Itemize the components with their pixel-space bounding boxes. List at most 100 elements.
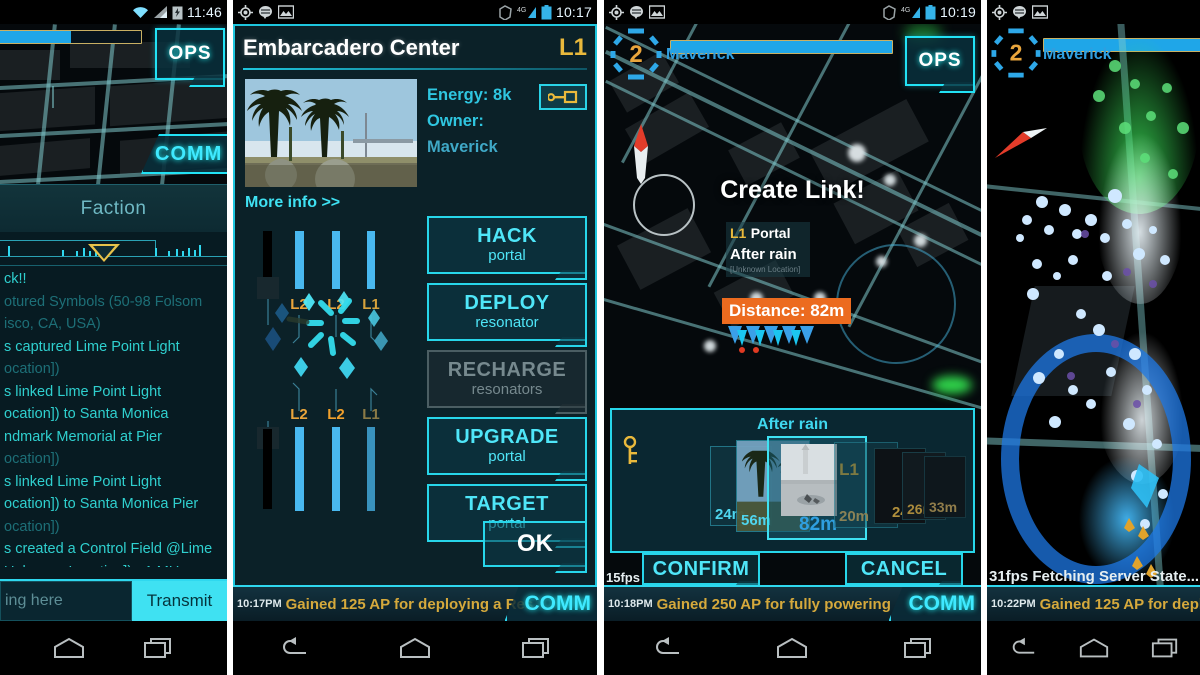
home-button[interactable] [772,632,812,664]
status-bar [987,0,1200,24]
portal-level-badge: L1 [730,225,747,241]
comm-tab[interactable]: COMM [504,587,597,621]
recharge-resonators-sublabel: resonators [471,381,543,398]
list-item[interactable]: ocation]) [4,358,223,381]
game-screen[interactable]: 2 Maverick 31fps Fetching Server State..… [987,24,1200,621]
ok-button[interactable]: OK [483,521,587,567]
recents-button[interactable] [516,632,556,664]
carousel-distance: 82m [799,514,838,535]
status-bar: 11:46 [0,0,227,24]
transmit-button[interactable]: Transmit [132,581,227,621]
photo-icon [1032,5,1048,19]
particle-effects-scene [987,24,1200,621]
deploy-resonator-button[interactable]: DEPLOY resonator [427,283,587,341]
carousel-distance: 33m [929,499,958,515]
deploy-resonator-label: DEPLOY [464,292,550,314]
list-item[interactable]: ocation]) [4,448,223,471]
list-item[interactable]: isco, CA, USA) [4,313,223,336]
upgrade-portal-button[interactable]: UPGRADE portal [427,417,587,475]
home-button[interactable] [395,632,435,664]
cancel-button[interactable]: CANCEL [845,553,963,585]
ticker-timestamp: 10:17PM [237,598,282,610]
status-bar-left-icons [609,4,665,20]
list-item[interactable]: ocation]) to Santa Monica Pier [4,493,223,516]
comm-ticker[interactable]: 10:18PM Gained 250 AP for fully powering… [604,585,981,621]
upgrade-portal-label: UPGRADE [455,426,559,448]
portal-energy-label: Energy: [427,86,489,104]
status-bar-clock: 10:17 [555,4,592,20]
timeline-marker[interactable] [88,244,120,262]
portal-photo[interactable] [245,79,417,187]
list-item[interactable]: ocation]) [4,516,223,539]
svg-text:L1: L1 [362,406,380,423]
back-button[interactable] [274,632,314,664]
game-screen: OPS COMM Faction ck!! otured Symbols (50… [0,24,227,621]
comm-tab-label: COMM [155,142,223,165]
comm-message-input[interactable]: ing here [0,581,132,621]
hack-portal-button[interactable]: HACK portal [427,216,587,274]
signal-4g-icon: 4G [901,7,920,18]
recents-button[interactable] [1145,632,1185,664]
compass-needle-icon [995,128,1047,158]
android-nav-bar [604,621,981,675]
portal-dialog: Embarcadero Center L1 Energy: 8k Owner: … [233,24,597,621]
list-item[interactable]: ck!! [4,268,223,291]
comm-ticker[interactable]: 10:22PM Gained 125 AP for deploy [987,585,1200,621]
carousel-distance: 20m [839,508,870,525]
home-button[interactable] [1074,632,1114,664]
map-view[interactable]: OPS COMM [0,24,227,184]
game-screen[interactable]: 2 Maverick Create Link! L1 Portal After … [604,24,981,621]
list-item[interactable]: s linked Lime Point Light [4,381,223,404]
recharge-resonators-label: RECHARGE [447,359,567,381]
status-bar-right-icons: 11:46 [132,4,222,20]
ticker-message: Gained 250 AP for fully powering [656,595,891,613]
comm-panel: ck!! otured Symbols (50-98 Folsom isco, … [0,232,227,621]
comm-ticker[interactable]: 10:17PM Gained 125 AP for deploying a Re… [233,585,597,621]
more-info-link[interactable]: More info >> [245,194,340,212]
status-bar-clock: 11:46 [187,4,222,20]
phone-screenshot-comm: 11:46 OPS COMM Faction ck!! otured Symbo… [0,0,227,675]
comm-composer: ing here Transmit [0,579,227,621]
list-item[interactable]: Unknown Location]) +1 MUs [4,561,223,568]
comm-timeline-scrubber[interactable] [0,232,227,266]
list-item[interactable]: 33m [924,456,966,518]
xm-meter-fill [0,31,71,43]
ticker-message: Gained 125 AP for deploying a Res [285,595,534,613]
comm-log-list[interactable]: ck!! otured Symbols (50-98 Folsom isco, … [0,266,227,567]
agent-level-badge[interactable]: 2 [610,28,662,80]
portal-key-button[interactable] [539,84,587,110]
recents-button[interactable] [138,632,178,664]
portal-carousel[interactable]: 24m 56m 82m 20m 26m 33m [612,436,973,540]
status-bar: 4G 10:19 [604,0,981,24]
comm-channel-tabs[interactable]: Faction [0,184,227,232]
back-button[interactable] [647,632,687,664]
home-button[interactable] [49,632,89,664]
game-screen: Embarcadero Center L1 Energy: 8k Owner: … [233,24,597,621]
comm-icon [259,6,272,19]
list-item[interactable]: s created a Control Field @Lime [4,538,223,561]
portal-info-card[interactable]: L1 Portal After rain [Unknown Location] [726,222,810,277]
android-nav-bar [0,621,227,675]
list-item[interactable]: ocation]) to Santa Monica [4,403,223,426]
list-item[interactable]: otured Symbols (50-98 Folsom [4,291,223,314]
list-item[interactable]: s captured Lime Point Light [4,336,223,359]
list-item[interactable]: ndmark Memorial at Pier [4,426,223,449]
status-bar-right-icons: 4G 10:17 [498,4,592,20]
comm-icon [630,6,643,19]
svg-text:4G: 4G [901,7,910,14]
comm-tab[interactable]: COMM [888,587,981,621]
ops-button[interactable]: OPS [905,36,975,86]
list-item[interactable]: s linked Lime Point Light [4,471,223,494]
android-nav-bar [987,621,1200,675]
ops-button-label: OPS [168,43,212,64]
recents-button[interactable] [898,632,938,664]
wifi-icon [133,7,148,19]
portal-meta: Energy: 8k Owner: Maverick [427,82,511,160]
confirm-button[interactable]: CONFIRM [642,553,760,585]
back-button[interactable] [1003,632,1043,664]
hack-portal-sublabel: portal [488,247,526,264]
portal-title: After rain [730,246,797,263]
ops-button[interactable]: OPS [155,28,225,80]
location-icon [992,4,1007,20]
svg-text:L1: L1 [362,296,380,313]
